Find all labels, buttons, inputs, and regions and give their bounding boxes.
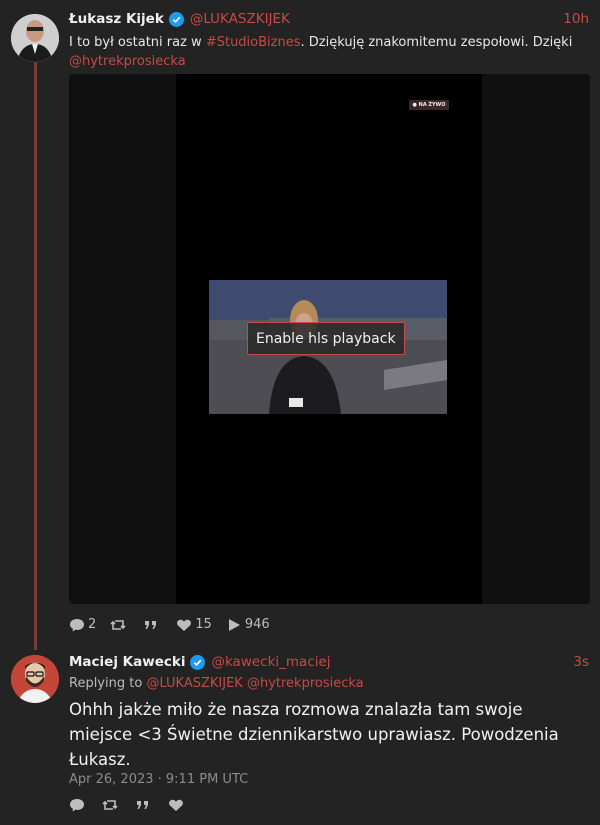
live-badge: ● NA ŻYWO	[409, 100, 449, 110]
quote-button[interactable]	[143, 618, 162, 632]
like-button[interactable]: 15	[176, 617, 212, 632]
tweet2-author-name[interactable]: Maciej Kawecki	[69, 654, 185, 670]
tweet1-text: I to był ostatni raz w #StudioBiznes. Dz…	[69, 33, 589, 71]
hashtag-link[interactable]: #StudioBiznes	[206, 35, 301, 50]
reply-button[interactable]	[69, 798, 88, 812]
retweet-button[interactable]	[102, 798, 121, 812]
heart-icon	[169, 799, 183, 811]
tweet2-header: Maciej Kawecki @kawecki_maciej	[69, 654, 331, 670]
comment-icon	[70, 618, 84, 631]
tweet2-author-handle[interactable]: @kawecki_maciej	[211, 654, 330, 670]
tweet1-header: Łukasz Kijek @LUKASZKIJEK	[69, 11, 290, 27]
reply-count: 2	[88, 617, 97, 632]
like-button[interactable]	[168, 798, 187, 812]
quote-button[interactable]	[135, 798, 154, 812]
comment-icon	[70, 799, 84, 812]
tweet1-author-handle[interactable]: @LUKASZKIJEK	[190, 11, 290, 27]
retweet-icon	[110, 619, 126, 630]
heart-icon	[177, 619, 192, 631]
play-icon	[228, 618, 240, 631]
mention-link[interactable]: @hytrekprosiecka	[69, 54, 186, 69]
tweet2-date[interactable]: Apr 26, 2023 · 9:11 PM UTC	[69, 772, 248, 787]
retweet-button[interactable]	[110, 618, 129, 632]
tweet1-text-part2: . Dziękuję znakomitemu zespołowi. Dzięki	[300, 35, 573, 50]
tweet1-media: ● NA ŻYWO Enable hls playback	[69, 74, 590, 604]
avatar-maciej-kawecki[interactable]	[11, 655, 59, 703]
view-count: 946	[244, 617, 270, 632]
thread-line	[34, 62, 37, 650]
tweet2-text: Ohhh jakże miło że nasza rozmowa znalazł…	[69, 700, 559, 769]
tweet2-time[interactable]: 3s	[573, 654, 589, 670]
reply-button[interactable]: 2	[69, 617, 96, 632]
tweet1-stats: 2 15 946	[69, 617, 284, 632]
tweet1-text-part1: I to był ostatni raz w	[69, 35, 206, 50]
retweet-icon	[102, 800, 118, 810]
like-count: 15	[195, 617, 212, 632]
tweet1-author-name[interactable]: Łukasz Kijek	[69, 11, 164, 27]
live-badge-label: ● NA ŻYWO	[412, 102, 446, 108]
quote-icon	[137, 801, 148, 809]
replying-prefix: Replying to	[69, 676, 147, 691]
views-stat: 946	[226, 617, 270, 632]
enable-hls-playback-button[interactable]: Enable hls playback	[247, 322, 405, 355]
tweet2-stats	[69, 798, 201, 812]
verified-badge-icon	[190, 654, 206, 670]
replying-to-mentions[interactable]: @LUKASZKIJEK @hytrekprosiecka	[146, 676, 363, 691]
avatar-lukasz-kijek[interactable]	[11, 14, 59, 62]
tweet1-time[interactable]: 10h	[563, 11, 589, 27]
verified-badge-icon	[168, 11, 184, 27]
replying-to: Replying to @LUKASZKIJEK @hytrekprosieck…	[69, 676, 364, 691]
quote-icon	[145, 620, 157, 629]
